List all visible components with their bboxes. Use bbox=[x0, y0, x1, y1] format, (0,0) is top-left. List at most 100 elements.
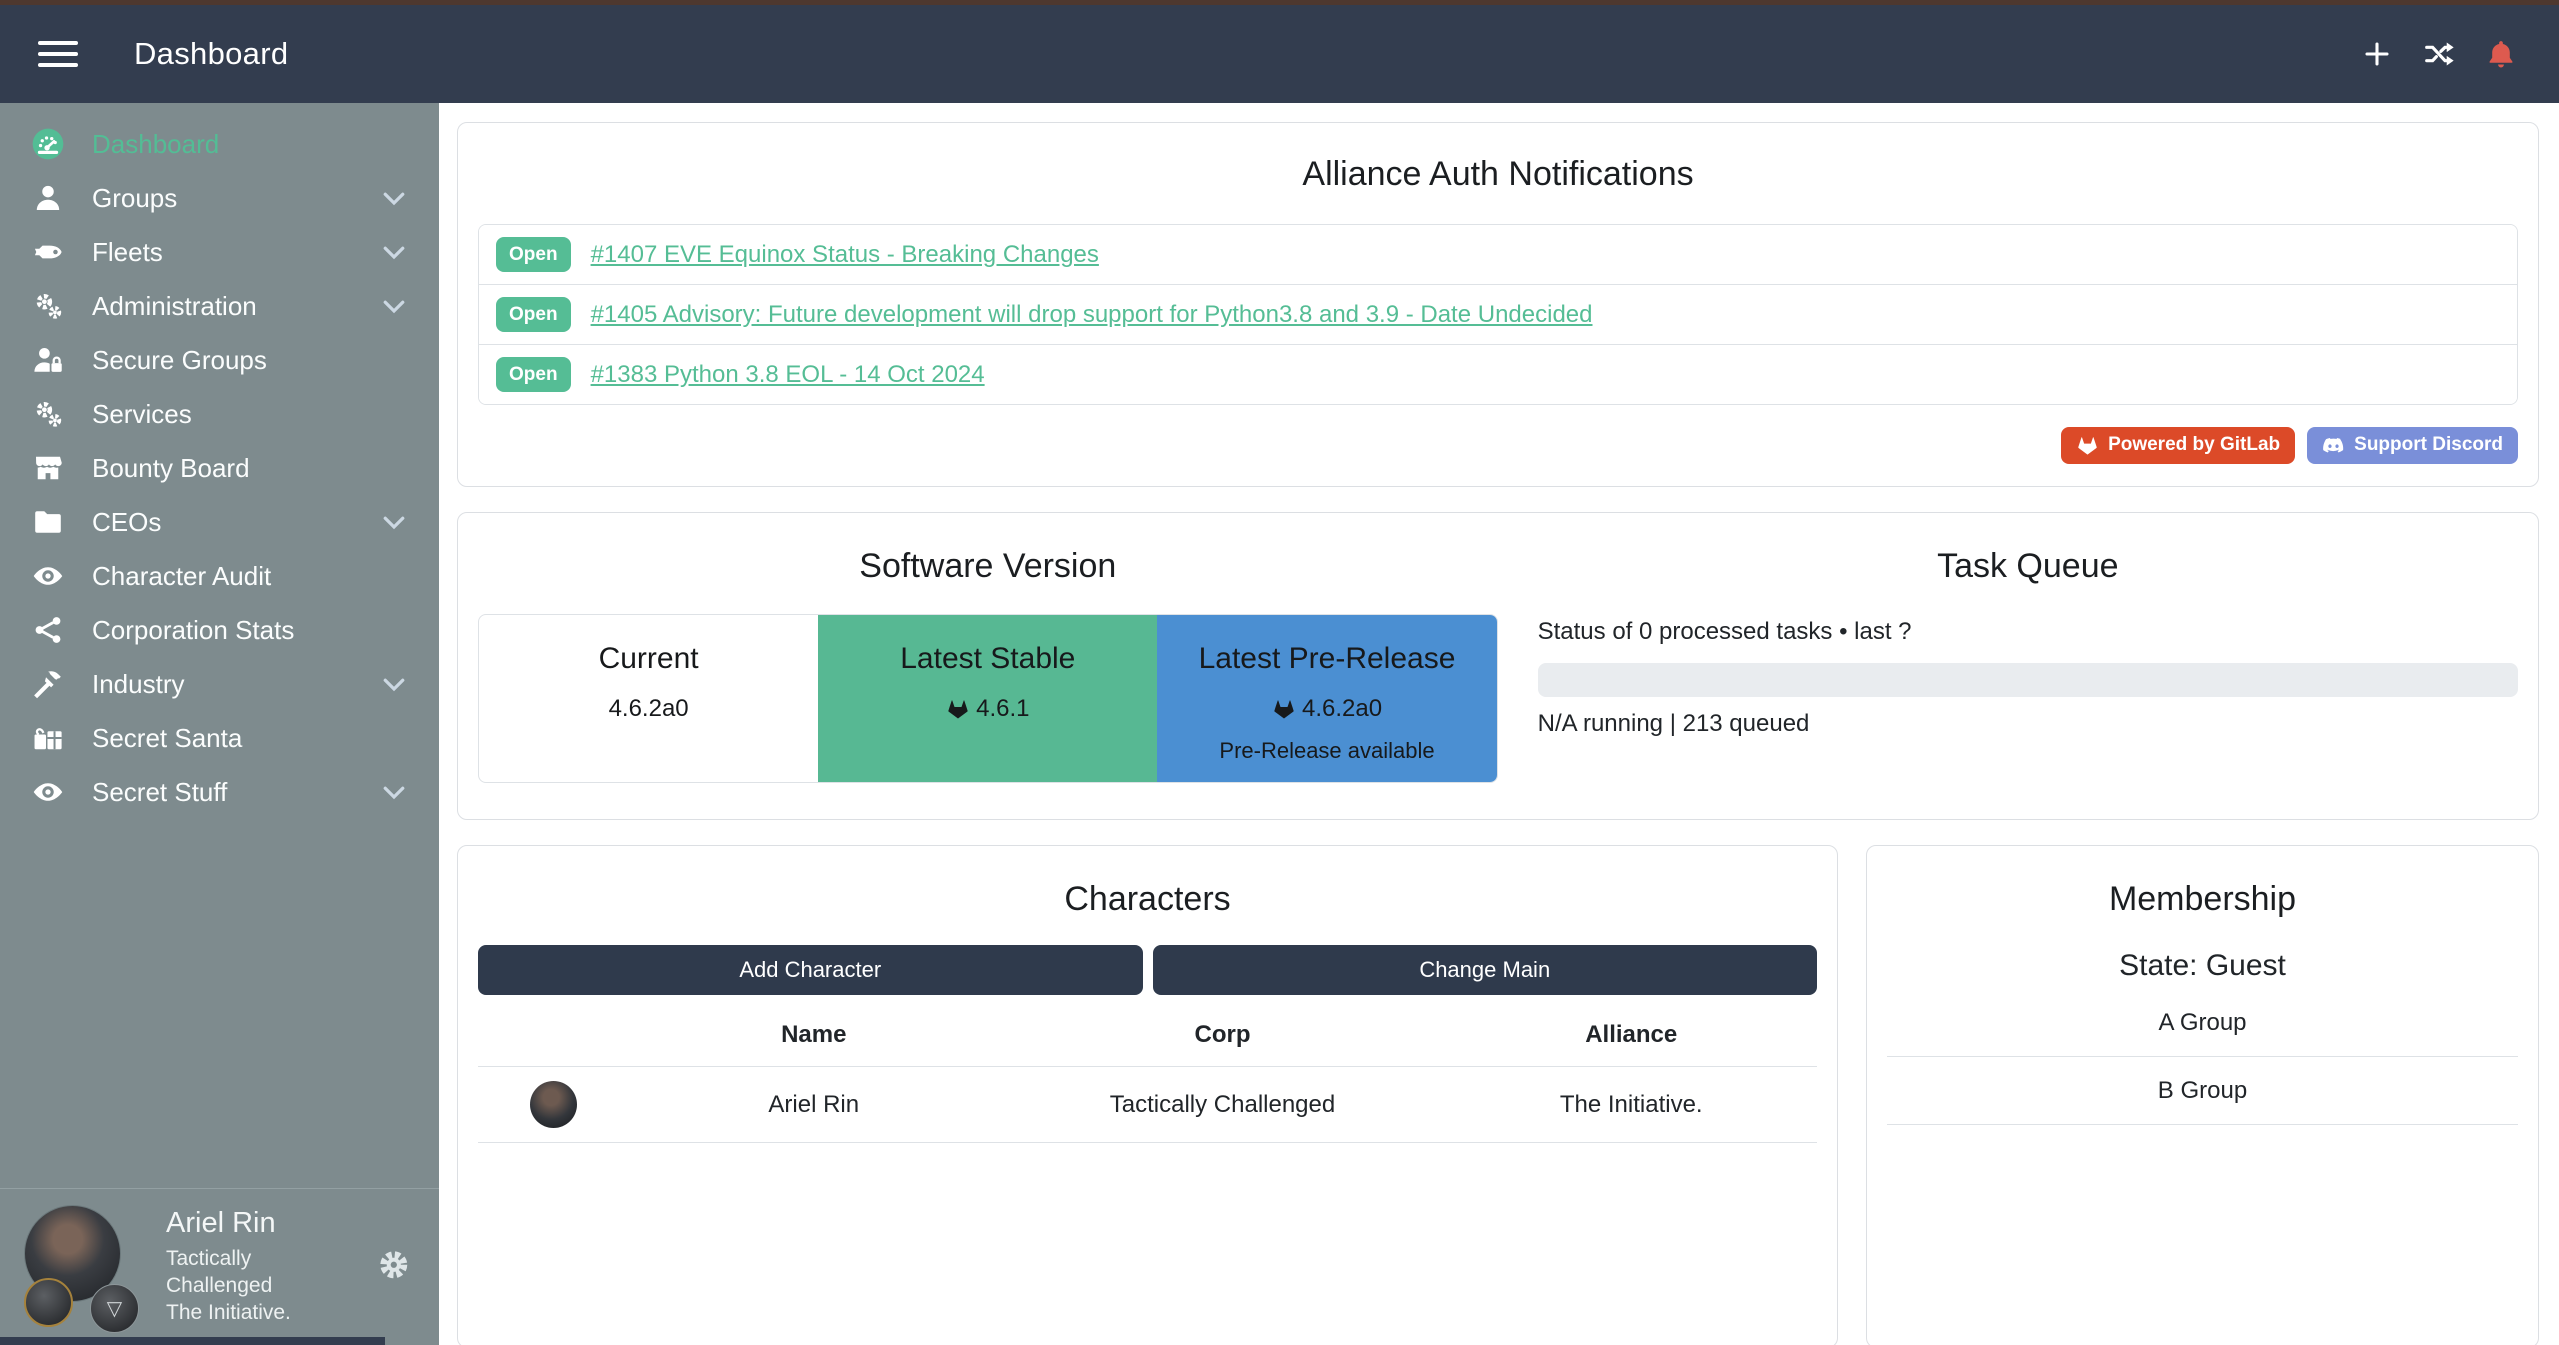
status-badge: Open bbox=[496, 357, 571, 392]
powered-by-gitlab-badge[interactable]: Powered by GitLab bbox=[2061, 427, 2295, 464]
folder-icon bbox=[30, 504, 66, 540]
version-current-cell: Current 4.6.2a0 bbox=[479, 615, 818, 782]
sidebar-item-label: Services bbox=[92, 399, 192, 430]
character-alliance: The Initiative. bbox=[1445, 1091, 1817, 1119]
alliance-logo-badge: ▽ bbox=[90, 1284, 139, 1333]
table-row: Ariel Rin Tactically Challenged The Init… bbox=[478, 1067, 1817, 1143]
status-badge: Open bbox=[496, 297, 571, 332]
store-icon bbox=[30, 450, 66, 486]
gears-icon bbox=[30, 396, 66, 432]
chevron-down-icon bbox=[379, 237, 409, 267]
sidebar: Dashboard Groups bbox=[0, 103, 439, 1345]
task-queue-progress-bar bbox=[1538, 663, 2518, 697]
chevron-down-icon bbox=[379, 669, 409, 699]
sidebar-item-label: CEOs bbox=[92, 507, 161, 538]
version-label: Current bbox=[489, 642, 808, 676]
version-prerelease-cell: Latest Pre-Release 4.6.2a0 Pre-Release a… bbox=[1157, 615, 1496, 782]
version-label: Latest Pre-Release bbox=[1167, 642, 1486, 676]
sidebar-item-services[interactable]: Services bbox=[0, 387, 439, 441]
version-note: Pre-Release available bbox=[1167, 738, 1486, 764]
version-number: 4.6.2a0 bbox=[609, 695, 689, 723]
change-main-shuffle-icon[interactable] bbox=[2423, 38, 2455, 70]
user-icon bbox=[30, 180, 66, 216]
membership-state: State: Guest bbox=[1887, 949, 2518, 983]
sidebar-item-administration[interactable]: Administration bbox=[0, 279, 439, 333]
sidebar-item-label: Secret Santa bbox=[92, 723, 242, 754]
sidebar-item-dashboard[interactable]: Dashboard bbox=[0, 117, 439, 171]
sidebar-item-label: Industry bbox=[92, 669, 185, 700]
sidebar-item-label: Dashboard bbox=[92, 129, 219, 160]
column-corp: Corp bbox=[1000, 1021, 1446, 1049]
user-lock-icon bbox=[30, 342, 66, 378]
add-character-button[interactable]: Add Character bbox=[478, 945, 1143, 995]
sidebar-item-label: Secret Stuff bbox=[92, 777, 227, 808]
sidebar-item-groups[interactable]: Groups bbox=[0, 171, 439, 225]
version-row: Current 4.6.2a0 Latest Stable 4.6.1 bbox=[478, 614, 1498, 783]
notification-item: Open #1383 Python 3.8 EOL - 14 Oct 2024 bbox=[479, 344, 2517, 404]
user-settings-gear-icon[interactable] bbox=[375, 1246, 413, 1286]
characters-panel: Characters Add Character Change Main Nam… bbox=[457, 845, 1838, 1345]
sidebar-item-label: Administration bbox=[92, 291, 257, 322]
notifications-list: Open #1407 EVE Equinox Status - Breaking… bbox=[478, 224, 2518, 405]
character-name: Ariel Rin bbox=[628, 1091, 1000, 1119]
notification-link[interactable]: #1383 Python 3.8 EOL - 14 Oct 2024 bbox=[591, 361, 985, 389]
sidebar-item-label: Groups bbox=[92, 183, 177, 214]
eye-icon bbox=[30, 558, 66, 594]
version-stable-cell: Latest Stable 4.6.1 bbox=[818, 615, 1157, 782]
task-queue-status: Status of 0 processed tasks • last ? bbox=[1538, 618, 2518, 646]
software-version-title: Software Version bbox=[478, 547, 1498, 586]
sidebar-item-industry[interactable]: Industry bbox=[0, 657, 439, 711]
notification-link[interactable]: #1405 Advisory: Future development will … bbox=[591, 301, 1593, 329]
sidebar-item-secret-santa[interactable]: Secret Santa bbox=[0, 711, 439, 765]
user-corp: Tactically Challenged bbox=[166, 1246, 351, 1300]
sidebar-item-label: Fleets bbox=[92, 237, 163, 268]
notifications-panel: Alliance Auth Notifications Open #1407 E… bbox=[457, 122, 2539, 487]
main-content: Alliance Auth Notifications Open #1407 E… bbox=[439, 103, 2559, 1345]
sidebar-item-corporation-stats[interactable]: Corporation Stats bbox=[0, 603, 439, 657]
gitlab-tanuki-icon bbox=[2076, 434, 2099, 457]
sidebar-item-ceos[interactable]: CEOs bbox=[0, 495, 439, 549]
sidebar-item-bounty-board[interactable]: Bounty Board bbox=[0, 441, 439, 495]
chevron-down-icon bbox=[379, 183, 409, 213]
notifications-title: Alliance Auth Notifications bbox=[478, 155, 2518, 194]
user-alliance: The Initiative. bbox=[166, 1300, 351, 1327]
badge-label: Support Discord bbox=[2354, 434, 2503, 457]
gears-icon bbox=[30, 288, 66, 324]
change-main-button[interactable]: Change Main bbox=[1153, 945, 1818, 995]
support-discord-badge[interactable]: Support Discord bbox=[2307, 427, 2518, 464]
sidebar-bottom-strip bbox=[0, 1337, 385, 1345]
chevron-down-icon bbox=[379, 291, 409, 321]
sidebar-item-secret-stuff[interactable]: Secret Stuff bbox=[0, 765, 439, 819]
notifications-bell-icon[interactable] bbox=[2485, 38, 2517, 70]
add-character-nav-icon[interactable] bbox=[2361, 38, 2393, 70]
hamburger-menu-icon[interactable] bbox=[38, 34, 78, 74]
chevron-down-icon bbox=[379, 507, 409, 537]
top-navbar: Dashboard bbox=[0, 5, 2559, 103]
hammer-icon bbox=[30, 666, 66, 702]
notification-link[interactable]: #1407 EVE Equinox Status - Breaking Chan… bbox=[591, 241, 1099, 269]
version-label: Latest Stable bbox=[828, 642, 1147, 676]
membership-group: A Group bbox=[1887, 989, 2518, 1057]
shuttle-icon bbox=[30, 234, 66, 270]
badge-label: Powered by GitLab bbox=[2108, 434, 2280, 457]
sidebar-item-fleets[interactable]: Fleets bbox=[0, 225, 439, 279]
character-portrait bbox=[530, 1081, 577, 1128]
version-number: 4.6.1 bbox=[976, 695, 1029, 723]
characters-table: Name Corp Alliance Ariel Rin Tactically … bbox=[478, 1003, 1817, 1143]
sidebar-item-secure-groups[interactable]: Secure Groups bbox=[0, 333, 439, 387]
sidebar-item-label: Corporation Stats bbox=[92, 615, 294, 646]
column-name: Name bbox=[628, 1021, 1000, 1049]
gifts-icon bbox=[30, 720, 66, 756]
gauge-icon bbox=[30, 126, 66, 162]
sidebar-item-character-audit[interactable]: Character Audit bbox=[0, 549, 439, 603]
user-name: Ariel Rin bbox=[166, 1205, 351, 1242]
sidebar-item-label: Secure Groups bbox=[92, 345, 267, 376]
task-queue-title: Task Queue bbox=[1538, 547, 2518, 586]
column-alliance: Alliance bbox=[1445, 1021, 1817, 1049]
status-badge: Open bbox=[496, 237, 571, 272]
task-queue-counts: N/A running | 213 queued bbox=[1538, 710, 2518, 738]
membership-title: Membership bbox=[1887, 880, 2518, 919]
notification-item: Open #1405 Advisory: Future development … bbox=[479, 284, 2517, 344]
discord-icon bbox=[2322, 434, 2345, 457]
gitlab-tanuki-icon bbox=[1272, 697, 1296, 721]
